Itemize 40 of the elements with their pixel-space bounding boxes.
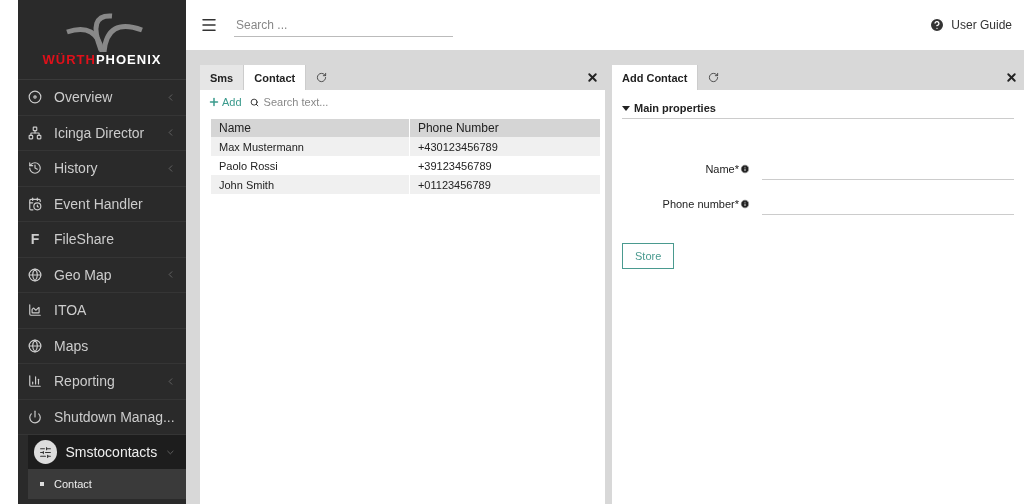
sliders-icon xyxy=(39,445,53,459)
info-icon xyxy=(740,198,750,209)
menu-icon[interactable] xyxy=(200,16,218,34)
refresh-icon[interactable] xyxy=(708,72,720,83)
help-icon xyxy=(929,17,946,33)
tab[interactable]: Contact xyxy=(244,65,307,90)
network-icon xyxy=(28,125,42,140)
plus-icon xyxy=(208,96,220,108)
logo-text: WÜRTH PHOENIX xyxy=(42,52,162,67)
field-label: Phone number* xyxy=(622,197,750,210)
disc-icon xyxy=(28,90,42,105)
table-cell: +39123456789 xyxy=(409,156,601,175)
tab[interactable]: Add Contact xyxy=(612,65,699,90)
power-icon xyxy=(28,409,42,424)
field-label: Name* xyxy=(622,162,750,175)
submenu-item[interactable]: Contact xyxy=(28,469,186,499)
globe-icon xyxy=(28,338,42,353)
column-header[interactable]: Name xyxy=(211,119,410,137)
history-icon xyxy=(28,161,42,176)
table-cell: John Smith xyxy=(211,175,410,194)
close-icon[interactable] xyxy=(586,71,599,84)
table-cell: +01123456789 xyxy=(409,175,601,194)
close-icon[interactable] xyxy=(1005,71,1018,84)
calendar-icon xyxy=(28,196,42,211)
table-cell: +430123456789 xyxy=(409,137,601,156)
table-cell: Paolo Rossi xyxy=(211,156,410,175)
search-icon xyxy=(249,97,259,107)
refresh-icon[interactable] xyxy=(316,72,328,83)
sidebar-section[interactable]: Smstocontacts xyxy=(28,435,186,469)
user-guide-link[interactable]: User Guide xyxy=(929,17,1012,33)
letter-icon: F xyxy=(28,231,42,248)
tab[interactable]: Sms xyxy=(200,65,245,90)
section-header[interactable]: Main properties xyxy=(622,98,1014,119)
column-header[interactable]: Phone Number xyxy=(409,119,601,137)
globe-icon xyxy=(28,267,42,282)
area-chart-icon xyxy=(28,303,42,318)
signal-icon xyxy=(28,374,42,389)
add-link[interactable]: Add xyxy=(208,96,242,108)
table-cell: Max Mustermann xyxy=(211,137,410,156)
info-icon xyxy=(740,163,750,174)
